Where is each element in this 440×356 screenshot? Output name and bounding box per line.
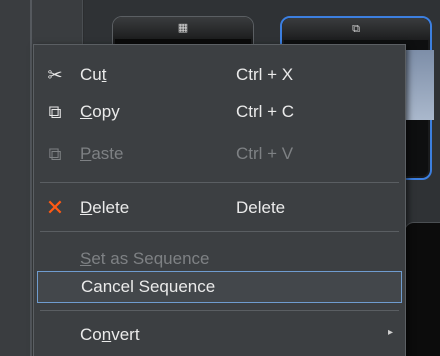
menu-item-cut[interactable]: ✂ Cut Ctrl + X <box>34 57 405 93</box>
menu-item-paste: ⧉ Paste Ctrl + V <box>34 136 405 172</box>
menu-separator <box>40 231 399 232</box>
menu-item-label: Copy <box>80 102 120 121</box>
menu-item-shortcut: Ctrl + V <box>236 144 294 163</box>
menu-item-label: Convert <box>80 325 140 344</box>
film-strip-icon: ▦ <box>177 22 189 34</box>
copy-icon: ⧉ <box>48 101 62 122</box>
panel-divider <box>30 0 32 356</box>
menu-item-convert[interactable]: Convert ▸ <box>34 317 405 353</box>
menu-item-shortcut: Ctrl + C <box>236 102 295 121</box>
clip-header: ⧉ <box>282 18 430 40</box>
app-window: ▦ ⧉ ✂ Cut Ctrl + X ⧉ Copy Ctrl + C ⧉ Pas… <box>0 0 440 356</box>
menu-item-label: Paste <box>80 144 124 163</box>
menu-item-delete[interactable]: ✕ Delete Delete <box>34 190 405 226</box>
delete-x-icon: ✕ <box>45 195 65 220</box>
menu-item-shortcut: Delete <box>236 198 286 217</box>
menu-item-label: Cut <box>80 65 107 84</box>
menu-item-label: Cancel Sequence <box>81 277 216 296</box>
menu-item-copy[interactable]: ⧉ Copy Ctrl + C <box>34 94 405 130</box>
menu-separator <box>40 310 399 311</box>
context-menu: ✂ Cut Ctrl + X ⧉ Copy Ctrl + C ⧉ Paste C… <box>33 44 406 356</box>
menu-separator <box>40 182 399 183</box>
clip-thumbnail[interactable] <box>404 222 440 356</box>
scissors-icon: ✂ <box>47 64 63 85</box>
menu-item-label: Set as Sequence <box>80 249 210 268</box>
clip-header: ▦ <box>113 17 253 39</box>
menu-item-shortcut: Ctrl + X <box>236 65 294 84</box>
menu-item-label: Delete <box>80 198 130 217</box>
menu-item-cancel-sequence[interactable]: Cancel Sequence <box>37 271 402 303</box>
submenu-arrow-icon: ▸ <box>387 327 393 338</box>
sequence-icon: ⧉ <box>352 23 360 35</box>
paste-icon: ⧉ <box>48 143 62 164</box>
